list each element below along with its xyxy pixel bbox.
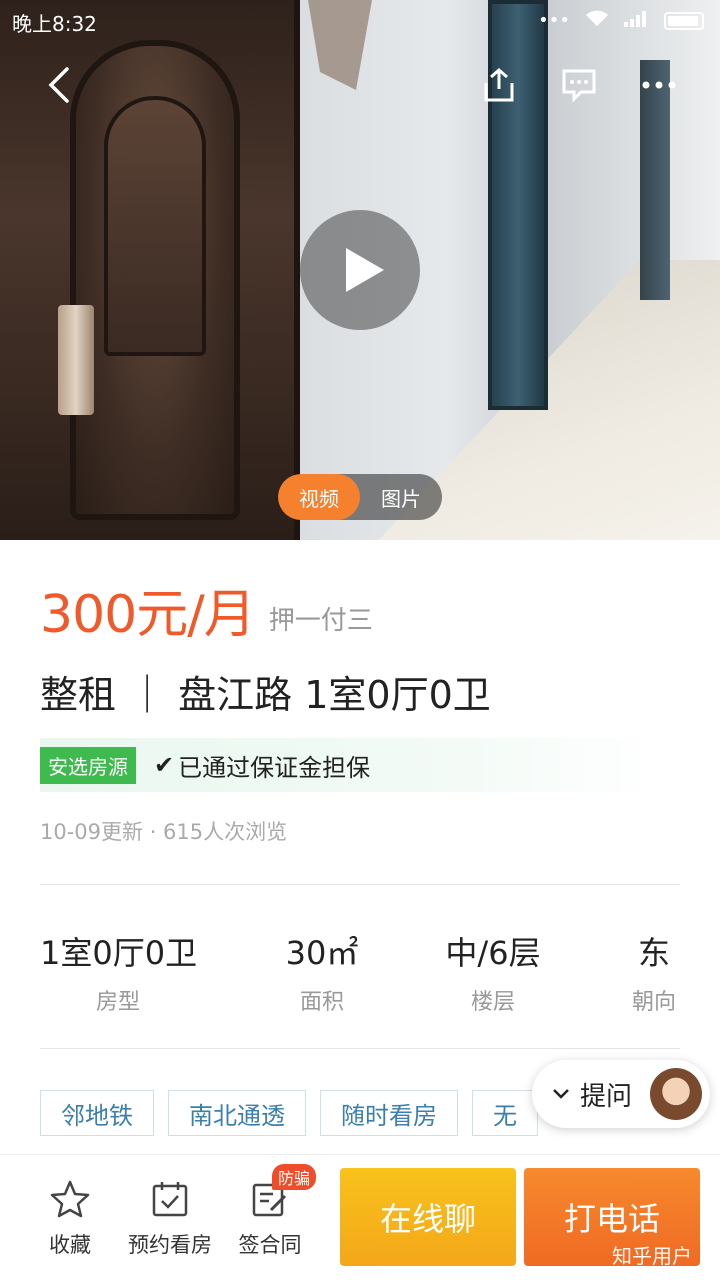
anti-fraud-badge: 防骗: [272, 1164, 317, 1190]
battery-icon: [664, 11, 704, 30]
wifi-icon: [584, 8, 610, 33]
feature-tag: 邻地铁: [40, 1090, 154, 1136]
check-icon: ✔: [154, 751, 175, 779]
hero-media[interactable]: 视频 图片: [0, 0, 720, 540]
media-tabs: 视频 图片: [278, 474, 442, 520]
calendar-icon: [120, 1179, 220, 1219]
share-icon[interactable]: [474, 60, 524, 110]
specs-row: 1室0厅0卫 房型 30㎡ 面积 中/6层 楼层 东 朝向: [40, 928, 680, 1015]
listing-title: 整租 ｜ 盘江路 1室0厅0卫: [40, 673, 491, 717]
divider: [40, 884, 680, 885]
spec-area: 30㎡ 面积: [285, 934, 359, 1015]
back-icon[interactable]: [34, 60, 84, 110]
price: 300元/月: [40, 585, 256, 645]
deposit-terms: 押一付三: [268, 606, 373, 636]
signal-icon: [624, 9, 650, 32]
tab-video[interactable]: 视频: [278, 474, 360, 520]
verified-badge: 安选房源: [40, 746, 136, 784]
online-chat-button[interactable]: 在线聊: [340, 1168, 516, 1266]
status-time: 晚上8:32: [12, 12, 97, 36]
play-video-button[interactable]: [300, 210, 420, 330]
feature-tag: 无: [472, 1090, 538, 1136]
more-icon[interactable]: [634, 60, 684, 110]
chevron-down-icon: [552, 1084, 570, 1105]
sign-contract-button[interactable]: 签合同: [220, 1179, 320, 1259]
tab-photos[interactable]: 图片: [360, 474, 442, 520]
watermark: 知乎用户: [612, 1244, 692, 1268]
avatar: [650, 1068, 702, 1120]
spec-orientation: 东 朝向: [631, 934, 676, 1015]
divider: [40, 1048, 680, 1049]
feature-tags: 邻地铁 南北通透 随时看房 无: [40, 1090, 538, 1136]
message-icon[interactable]: [554, 60, 604, 110]
status-bar: 晚上8:32 •••: [0, 0, 720, 40]
ask-label: 提问: [580, 1081, 633, 1112]
schedule-viewing-button[interactable]: 预约看房: [120, 1179, 220, 1259]
ask-question-button[interactable]: 提问: [532, 1060, 710, 1128]
spec-floor: 中/6层 楼层: [445, 934, 541, 1015]
feature-tag: 南北通透: [168, 1090, 306, 1136]
guarantee-text: 已通过保证金担保: [178, 753, 371, 782]
update-and-views: 10-09更新 · 615人次浏览: [40, 820, 288, 844]
notification-dots: •••: [538, 10, 570, 31]
favorite-button[interactable]: 收藏: [20, 1179, 120, 1259]
spec-layout: 1室0厅0卫 房型: [40, 934, 198, 1015]
star-icon: [20, 1179, 120, 1219]
feature-tag: 随时看房: [320, 1090, 458, 1136]
price-row: 300元/月 押一付三: [40, 585, 373, 645]
guarantee-banner: 安选房源 ✔ 已通过保证金担保: [40, 738, 660, 792]
